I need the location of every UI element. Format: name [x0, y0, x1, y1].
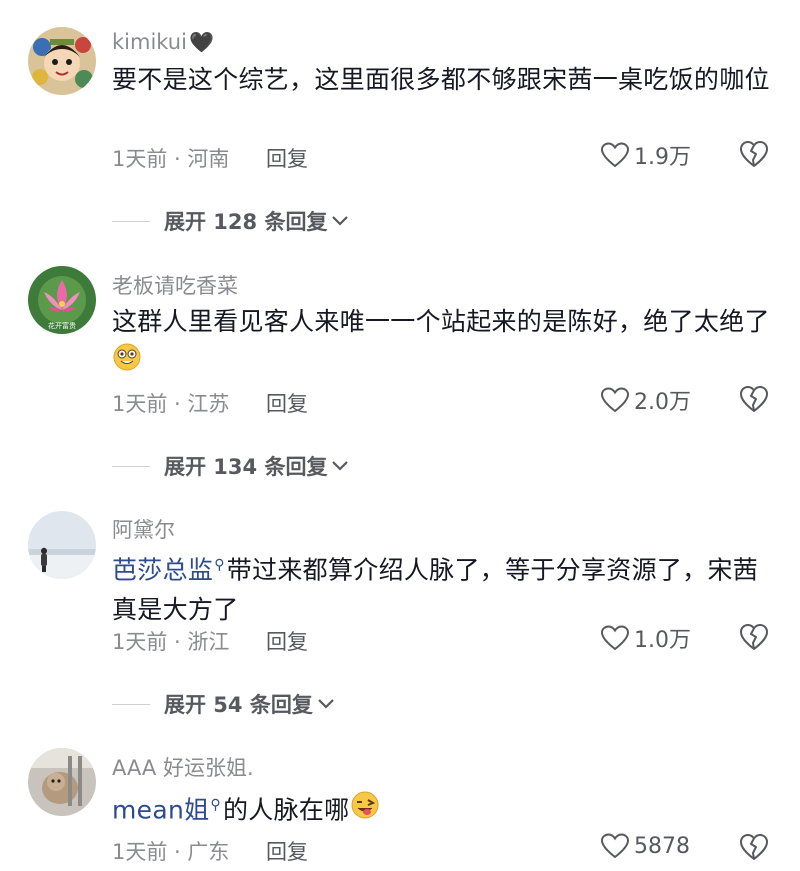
- heart-outline-icon: [600, 387, 630, 413]
- like-count: 1.0万: [634, 628, 691, 653]
- heart-outline-icon: [600, 142, 630, 168]
- broken-heart-icon: [740, 624, 768, 650]
- chevron-down-icon: [318, 699, 334, 709]
- comment-text: 要不是这个综艺，这里面很多都不够跟宋茜一桌吃饭的咖位: [112, 65, 770, 94]
- expand-replies-button[interactable]: 展开 134 条回复: [112, 451, 349, 481]
- comment-meta: 1天前 · 浙江: [112, 630, 230, 654]
- comment-meta: 1天前 · 江苏: [112, 392, 230, 416]
- comment-meta: 1天前 · 广东: [112, 840, 230, 864]
- divider: [112, 465, 150, 467]
- comment-text: 这群人里看见客人来唯一一个站起来的是陈好，绝了太绝了: [112, 302, 772, 384]
- like-button[interactable]: 5878: [600, 832, 690, 860]
- reply-button[interactable]: 回复: [266, 388, 308, 418]
- like-count: 2.0万: [634, 390, 691, 415]
- like-count: 5878: [634, 833, 690, 859]
- like-button[interactable]: 1.9万: [600, 139, 691, 171]
- chevron-down-icon: [332, 461, 349, 471]
- avatar[interactable]: 花开富贵: [28, 266, 96, 334]
- username[interactable]: 阿黛尔: [112, 514, 175, 544]
- broken-heart-icon: [740, 834, 768, 860]
- expand-replies-button[interactable]: 展开 128 条回复: [112, 206, 349, 236]
- expand-replies-button[interactable]: 展开 54 条回复: [112, 689, 335, 719]
- divider: [112, 703, 150, 705]
- avatar[interactable]: [28, 27, 96, 95]
- broken-heart-icon: [740, 386, 768, 412]
- grin-emoji-icon: [112, 342, 142, 384]
- username[interactable]: 老板请吃香菜: [112, 270, 238, 300]
- divider: [112, 220, 150, 222]
- wink-tongue-emoji-icon: [349, 790, 381, 832]
- heart-outline-icon: [600, 625, 630, 651]
- dislike-button[interactable]: [738, 384, 770, 418]
- search-icon: ⚲: [210, 797, 221, 813]
- like-button[interactable]: 1.0万: [600, 622, 691, 654]
- dislike-button[interactable]: [738, 622, 770, 656]
- mention-link[interactable]: 芭莎总监: [112, 555, 213, 584]
- search-icon: ⚲: [214, 557, 225, 573]
- comment-text: 芭莎总监⚲带过来都算介绍人脉了，等于分享资源了，宋茜真是大方了: [112, 555, 759, 625]
- avatar[interactable]: [28, 748, 96, 816]
- chevron-down-icon: [332, 216, 349, 226]
- black-heart-icon: 🖤: [188, 30, 214, 54]
- username[interactable]: AAA 好运张姐.: [112, 752, 254, 782]
- dislike-button[interactable]: [738, 139, 770, 173]
- heart-outline-icon: [600, 833, 630, 859]
- dislike-button[interactable]: [738, 832, 770, 866]
- broken-heart-icon: [740, 141, 768, 167]
- avatar-caption: 花开富贵: [48, 321, 76, 330]
- like-button[interactable]: 2.0万: [600, 384, 691, 416]
- avatar[interactable]: [28, 511, 96, 579]
- comment-text: mean姐⚲的人脉在哪: [112, 785, 772, 832]
- comment-meta: 1天前 · 河南: [112, 147, 230, 171]
- mention-link[interactable]: mean姐: [112, 795, 209, 824]
- reply-button[interactable]: 回复: [266, 143, 308, 173]
- like-count: 1.9万: [634, 145, 691, 170]
- username[interactable]: kimikui 🖤: [112, 30, 214, 54]
- reply-button[interactable]: 回复: [266, 836, 308, 866]
- reply-button[interactable]: 回复: [266, 626, 308, 656]
